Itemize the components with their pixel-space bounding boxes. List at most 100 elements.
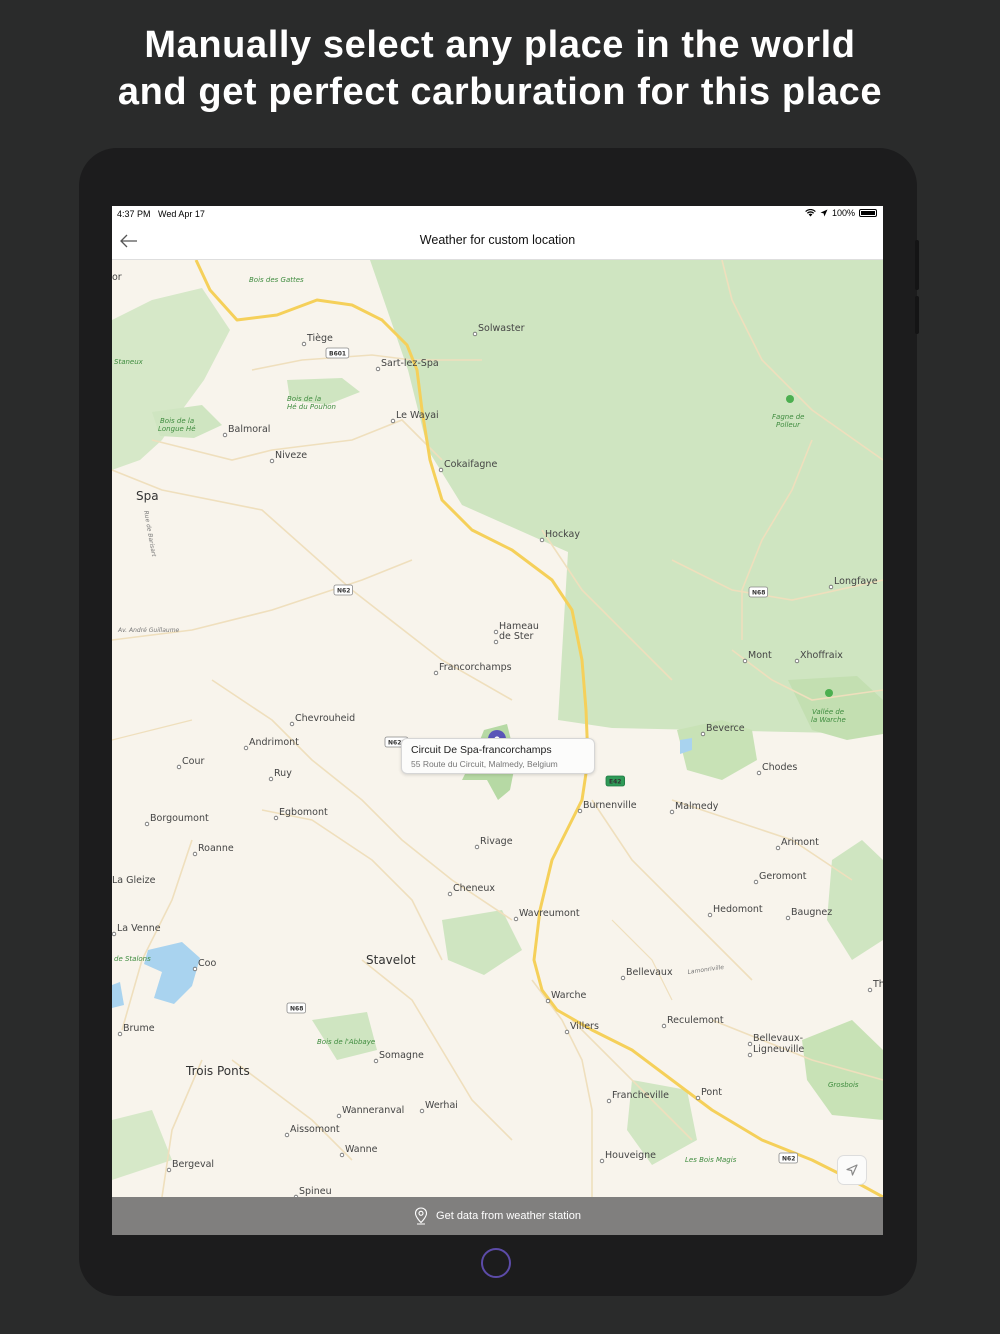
place-dot	[166, 1167, 172, 1173]
place-dot	[747, 1052, 753, 1058]
side-button	[915, 240, 919, 290]
place-dot	[620, 975, 626, 981]
place-dot	[474, 844, 480, 850]
weather-station-button[interactable]: Get data from weather station	[112, 1197, 883, 1235]
map-label: Villers	[570, 1021, 599, 1032]
place-dot	[493, 629, 499, 635]
map-label: Spineu	[299, 1186, 332, 1197]
place-dot	[336, 1113, 342, 1119]
map-label: Chodes	[762, 762, 797, 773]
page-title: Weather for custom location	[419, 233, 576, 247]
map-label: La Gleize	[112, 875, 156, 886]
map-label: Polleur	[776, 421, 801, 429]
map-label: de Ster	[499, 631, 533, 642]
headline: Manually select any place in the world a…	[0, 22, 1000, 116]
map-label: Solwaster	[478, 323, 525, 334]
place-dot	[447, 891, 453, 897]
map-label: Longue Hé	[158, 425, 196, 433]
place-dot	[747, 1041, 753, 1047]
map-label: Sart-lez-Spa	[381, 358, 439, 369]
place-dot	[707, 912, 713, 918]
map-label: Ruy	[274, 768, 292, 779]
place-dot	[577, 808, 583, 814]
place-dot	[472, 331, 478, 337]
place-dot	[192, 851, 198, 857]
home-button[interactable]	[481, 1248, 511, 1278]
wifi-icon	[805, 209, 816, 217]
place-dot	[117, 1031, 123, 1037]
place-dot	[192, 966, 198, 972]
map-label: Geromont	[759, 871, 807, 882]
map-label: Werhai	[425, 1100, 458, 1111]
place-dot	[269, 458, 275, 464]
map-label: Francheville	[612, 1090, 669, 1101]
map-label: Cokaifagne	[444, 459, 497, 470]
weather-station-label: Get data from weather station	[436, 1210, 581, 1222]
callout-address: 55 Route du Circuit, Malmedy, Belgium	[411, 759, 558, 769]
place-dot	[375, 366, 381, 372]
map-label: Hockay	[545, 529, 580, 540]
weather-station-content: Get data from weather station	[112, 1207, 883, 1225]
map-label: Arimont	[781, 837, 819, 848]
map-label: Hedomont	[713, 904, 763, 915]
map-label: Fagne de	[772, 413, 804, 421]
map-label: Bois de l'Abbaye	[317, 1038, 375, 1046]
map-label: Rivage	[480, 836, 513, 847]
map-label: Pont	[701, 1087, 722, 1098]
map-label: Longfaye	[834, 576, 878, 587]
place-dot	[785, 915, 791, 921]
location-pin-outline-icon	[414, 1207, 428, 1225]
map-label: Hé du Pouhon	[287, 403, 336, 411]
place-dot	[564, 1029, 570, 1035]
map-label: Coo	[198, 958, 216, 969]
place-dot	[112, 931, 117, 937]
location-arrow-icon	[846, 1164, 858, 1176]
map-label: Les Bois Magis	[685, 1156, 737, 1164]
map-label: Xhoffraix	[800, 650, 843, 661]
place-dot	[669, 809, 675, 815]
place-dot	[301, 341, 307, 347]
place-dot	[176, 764, 182, 770]
map-label: or	[112, 272, 122, 283]
place-dot	[339, 1152, 345, 1158]
map-label: Th	[872, 979, 883, 990]
map-label: de Stalons	[114, 955, 151, 963]
map-label: Vallée de	[812, 708, 844, 716]
map-label: Roanne	[198, 843, 234, 854]
map-view[interactable]: Tiège Solwaster Sart-lez-Spa Le Wayai Balmor…	[112, 259, 883, 1229]
place-dot	[794, 658, 800, 664]
map-label: Stavelot	[366, 953, 416, 967]
place-dot	[433, 670, 439, 676]
map-label: Wavreumont	[519, 908, 580, 919]
current-location-button[interactable]	[837, 1155, 867, 1185]
place-dot	[545, 998, 551, 1004]
map-label: Cheneux	[453, 883, 495, 894]
location-callout[interactable]: Circuit De Spa-francorchamps 55 Route du…	[401, 738, 595, 774]
place-dot	[273, 815, 279, 821]
map-canvas[interactable]: Tiège Solwaster Sart-lez-Spa Le Wayai Balmor…	[112, 259, 883, 1229]
status-time: 4:37 PM Wed Apr 17	[117, 209, 205, 219]
map-label: Borgoumont	[150, 813, 209, 824]
map-label: Egbomont	[279, 807, 328, 818]
headline-line-1: Manually select any place in the world	[144, 24, 856, 66]
map-label: Chevrouheid	[295, 713, 355, 724]
place-dot	[606, 1098, 612, 1104]
battery-percent: 100%	[831, 208, 855, 218]
map-label: Niveze	[275, 450, 307, 461]
place-dot	[513, 916, 519, 922]
headline-line-2: and get perfect carburation for this pla…	[117, 71, 883, 113]
navigation-bar: Weather for custom location	[112, 222, 883, 260]
map-label: Bergeval	[172, 1159, 214, 1170]
map-label: Bellevaux-	[753, 1033, 803, 1044]
map-label: Staneux	[114, 358, 144, 366]
place-dot	[539, 537, 545, 543]
map-label: Somagne	[379, 1050, 424, 1061]
place-dot	[493, 639, 499, 645]
map-label: Cour	[182, 756, 204, 767]
road-shield-label: N62	[782, 1156, 795, 1163]
map-label: Le Wayai	[396, 410, 439, 421]
map-label: Grosbois	[828, 1081, 859, 1089]
map-label: Ligneuville	[753, 1044, 804, 1055]
place-dot	[419, 1108, 425, 1114]
place-dot	[243, 745, 249, 751]
